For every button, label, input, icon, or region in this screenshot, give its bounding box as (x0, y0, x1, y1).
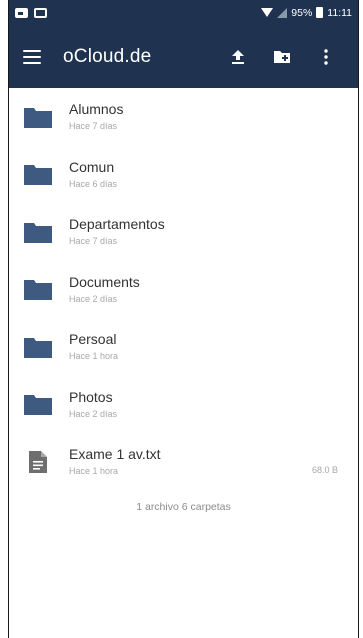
more-options-button[interactable] (304, 37, 348, 77)
new-folder-icon (274, 50, 290, 63)
app-frame: 95% 11:11 oCloud.de Alumnos Hace 7 días … (8, 0, 359, 638)
item-name: Photos (69, 388, 113, 405)
folder-icon (23, 102, 53, 132)
folder-icon (23, 217, 53, 247)
list-item[interactable]: Photos Hace 2 días (9, 376, 358, 434)
hamburger-menu-icon[interactable] (23, 49, 41, 64)
clock: 11:11 (327, 6, 352, 19)
status-left (15, 7, 47, 18)
item-name: Departamentos (69, 216, 165, 233)
list-item[interactable]: Alumnos Hace 7 días (9, 88, 358, 146)
text-file-icon (23, 447, 53, 477)
upload-icon (232, 49, 244, 64)
list-item[interactable]: Exame 1 av.txt Hace 1 hora 68.0 B (9, 433, 358, 491)
folder-icon (23, 332, 53, 362)
list-item[interactable]: Documents Hace 2 días (9, 261, 358, 319)
app-title: oCloud.de (63, 45, 152, 67)
new-folder-button[interactable] (260, 37, 304, 77)
item-date: Hace 1 hora (69, 466, 119, 477)
item-text: Photos Hace 2 días (69, 388, 344, 421)
battery-percent: 95% (291, 6, 313, 19)
item-name: Persoal (69, 331, 117, 348)
item-date: Hace 6 días (69, 178, 118, 189)
item-name: Documents (69, 273, 140, 290)
item-text: Comun Hace 6 días (69, 158, 344, 191)
wifi-icon (261, 8, 274, 17)
item-date: Hace 1 hora (69, 351, 119, 362)
list-summary: 1 archivo 6 carpetas (136, 500, 231, 513)
list-item[interactable]: Comun Hace 6 días (9, 146, 358, 204)
item-date: Hace 7 días (69, 236, 118, 247)
item-name: Exame 1 av.txt (69, 446, 161, 463)
item-name: Comun (69, 158, 115, 175)
item-text: Exame 1 av.txt Hace 1 hora (69, 445, 344, 478)
gallery-notification-icon (15, 7, 28, 18)
app-toolbar: oCloud.de (9, 25, 358, 88)
folder-icon (23, 274, 53, 304)
screen-notification-icon (34, 7, 47, 18)
item-date: Hace 2 días (69, 293, 118, 304)
item-date: Hace 7 días (69, 121, 118, 132)
signal-icon (277, 7, 288, 18)
upload-button[interactable] (216, 37, 260, 77)
item-name: Alumnos (69, 101, 124, 118)
item-text: Departamentos Hace 7 días (69, 215, 344, 248)
battery-icon (316, 7, 324, 18)
file-list: Alumnos Hace 7 días Comun Hace 6 días De… (9, 88, 358, 491)
item-text: Documents Hace 2 días (69, 273, 344, 306)
toolbar-actions (216, 37, 348, 77)
more-vert-icon (324, 48, 328, 65)
status-right: 95% 11:11 (261, 7, 352, 19)
file-size: 68.0 B (311, 464, 338, 475)
folder-icon (23, 389, 53, 419)
item-text: Persoal Hace 1 hora (69, 330, 344, 363)
item-date: Hace 2 días (69, 408, 118, 419)
list-item[interactable]: Departamentos Hace 7 días (9, 203, 358, 261)
item-text: Alumnos Hace 7 días (69, 100, 344, 133)
folder-icon (23, 159, 53, 189)
status-bar: 95% 11:11 (9, 0, 358, 25)
list-item[interactable]: Persoal Hace 1 hora (9, 318, 358, 376)
